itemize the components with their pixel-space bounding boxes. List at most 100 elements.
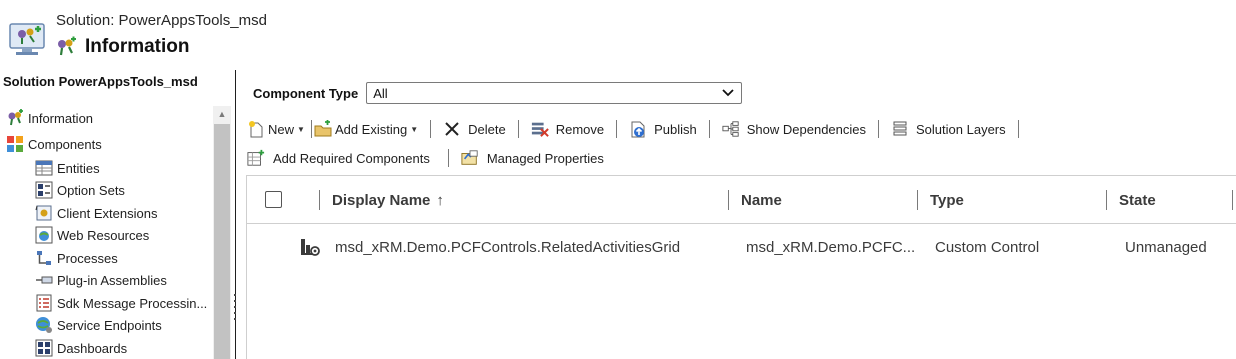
command-bar-row-2: Add Required Components Managed Properti… xyxy=(247,147,610,169)
nav-item-components[interactable]: Components xyxy=(6,134,102,154)
toolbar-separator xyxy=(1017,120,1019,138)
add-required-label: Add Required Components xyxy=(273,150,430,166)
solution-name-heading: Solution PowerAppsTools_msd xyxy=(3,74,198,89)
nav-item-label: Web Resources xyxy=(57,227,150,243)
nav-item-entities[interactable]: Entities xyxy=(35,158,100,178)
column-header-state[interactable]: State xyxy=(1119,176,1156,224)
component-type-label: Component Type xyxy=(253,85,359,101)
table-row[interactable]: msd_xRM.Demo.PCFControls.RelatedActiviti… xyxy=(247,225,1236,269)
dependencies-icon xyxy=(722,120,740,138)
remove-icon xyxy=(531,120,549,138)
components-panel: Component Type All New ▼ Add Existing ▼ … xyxy=(237,70,1236,359)
toolbar-separator xyxy=(878,120,880,138)
column-header-label: State xyxy=(1119,191,1156,209)
column-header-display-name[interactable]: Display Name ↑ xyxy=(332,176,444,224)
add-required-components-button[interactable]: Add Required Components xyxy=(247,149,430,167)
column-header-label: Display Name xyxy=(332,191,431,209)
new-button[interactable]: New ▼ xyxy=(247,120,305,138)
nav-item-label: Client Extensions xyxy=(57,205,158,221)
page-title: Information xyxy=(85,36,190,57)
chevron-down-icon xyxy=(722,89,734,97)
solution-layers-label: Solution Layers xyxy=(916,121,1006,137)
toolbar-separator xyxy=(430,120,432,138)
component-type-select[interactable]: All xyxy=(366,82,743,104)
managed-properties-button[interactable]: Managed Properties xyxy=(461,149,604,167)
sdk-message-icon xyxy=(35,294,53,312)
add-existing-button[interactable]: Add Existing ▼ xyxy=(314,120,418,138)
toolbar-separator xyxy=(517,120,519,138)
cell-display-name[interactable]: msd_xRM.Demo.PCFControls.RelatedActiviti… xyxy=(335,225,680,269)
nav-item-label: Dashboards xyxy=(57,340,128,356)
layers-icon xyxy=(891,120,909,138)
nav-item-service-endpoints[interactable]: Service Endpoints xyxy=(35,315,162,335)
nav-item-label: Entities xyxy=(57,160,100,176)
delete-button[interactable]: Delete xyxy=(443,120,506,138)
new-document-icon xyxy=(247,120,265,138)
show-dependencies-label: Show Dependencies xyxy=(746,121,867,137)
show-dependencies-button[interactable]: Show Dependencies xyxy=(722,120,866,138)
nav-item-label: Option Sets xyxy=(57,182,125,198)
solution-subtitle: Solution: PowerAppsTools_msd xyxy=(56,12,267,29)
managed-properties-label: Managed Properties xyxy=(486,150,604,166)
column-separator[interactable] xyxy=(728,190,729,210)
nav-item-label: Components xyxy=(28,136,102,152)
nav-item-dashboards[interactable]: Dashboards xyxy=(35,338,127,358)
component-type-value: All xyxy=(373,86,388,101)
dropdown-caret-icon: ▼ xyxy=(410,124,419,134)
dashboards-icon xyxy=(35,339,53,357)
nav-item-label: Service Endpoints xyxy=(57,317,162,333)
column-header-type[interactable]: Type xyxy=(930,176,964,224)
column-separator[interactable] xyxy=(1232,190,1233,210)
delete-label: Delete xyxy=(468,121,506,137)
information-icon xyxy=(6,109,24,127)
nav-scrollbar[interactable]: ▲ xyxy=(213,106,231,359)
cell-type: Custom Control xyxy=(935,238,1040,256)
scroll-up-icon[interactable]: ▲ xyxy=(213,106,231,122)
nav-item-sdk-message-processing[interactable]: Sdk Message Processin... xyxy=(35,293,207,313)
service-endpoints-icon xyxy=(35,316,53,334)
solution-layers-button[interactable]: Solution Layers xyxy=(891,120,1006,138)
solution-icon xyxy=(9,23,45,55)
column-separator[interactable] xyxy=(1106,190,1107,210)
publish-button[interactable]: Publish xyxy=(629,120,697,138)
custom-control-icon xyxy=(301,239,320,256)
toolbar-separator xyxy=(447,149,449,167)
nav-item-label: Plug-in Assemblies xyxy=(57,272,167,288)
publish-label: Publish xyxy=(654,121,697,137)
entities-icon xyxy=(35,159,53,177)
toolbar-separator xyxy=(616,120,618,138)
components-icon xyxy=(6,135,24,153)
remove-button[interactable]: Remove xyxy=(531,120,604,138)
nav-item-plugin-assemblies[interactable]: Plug-in Assemblies xyxy=(35,270,167,290)
option-sets-icon xyxy=(35,181,53,199)
cell-name: msd_xRM.Demo.PCFC... xyxy=(746,238,916,256)
column-header-label: Type xyxy=(930,191,964,209)
nav-item-client-extensions[interactable]: Client Extensions xyxy=(35,203,157,223)
nav-item-information[interactable]: Information xyxy=(6,108,93,128)
nav-item-web-resources[interactable]: Web Resources xyxy=(35,225,149,245)
column-header-name[interactable]: Name xyxy=(741,176,782,224)
web-resources-icon xyxy=(35,226,53,244)
select-all-checkbox[interactable] xyxy=(265,191,282,208)
cell-state: Unmanaged xyxy=(1125,238,1207,256)
toolbar-separator xyxy=(310,120,312,138)
processes-icon xyxy=(35,249,53,267)
nav-item-label: Sdk Message Processin... xyxy=(57,295,208,311)
add-required-icon xyxy=(247,149,265,167)
plugin-assemblies-icon xyxy=(35,271,53,289)
add-existing-icon xyxy=(314,120,332,138)
nav-item-option-sets[interactable]: Option Sets xyxy=(35,180,125,200)
managed-properties-icon xyxy=(461,149,479,167)
new-button-label: New xyxy=(268,121,295,137)
remove-label: Remove xyxy=(555,121,605,137)
publish-icon xyxy=(629,120,647,138)
column-separator[interactable] xyxy=(917,190,918,210)
column-separator xyxy=(319,190,320,210)
components-grid: Display Name ↑ Name Type State msd_xRM.D… xyxy=(246,175,1236,359)
add-existing-label: Add Existing xyxy=(334,121,408,137)
column-header-label: Name xyxy=(741,191,782,209)
nav-item-processes[interactable]: Processes xyxy=(35,248,118,268)
scrollbar-thumb[interactable] xyxy=(214,124,230,359)
dropdown-caret-icon: ▼ xyxy=(297,124,305,134)
solution-navigation: Solution PowerAppsTools_msd Information … xyxy=(0,70,236,359)
